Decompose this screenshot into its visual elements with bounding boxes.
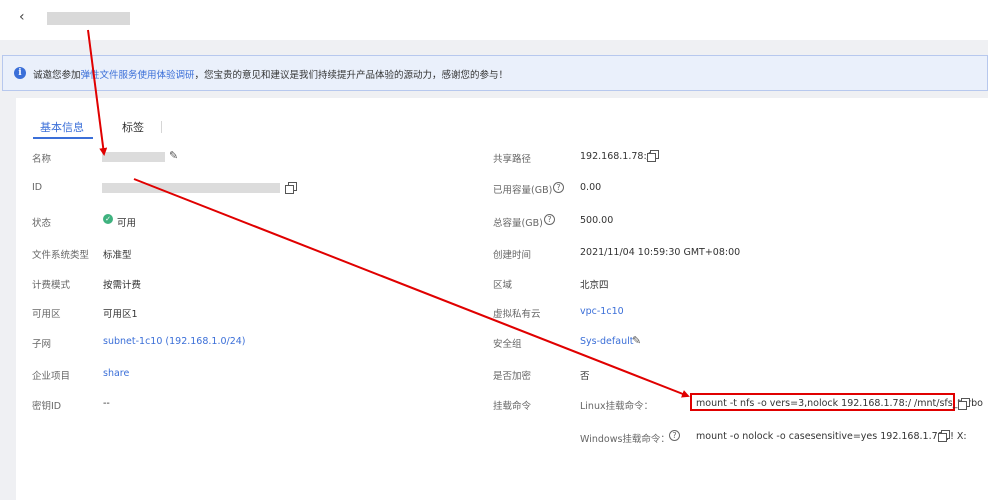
- total-capacity-label: 总容量(GB): [493, 218, 543, 229]
- status-label: 状态: [32, 218, 52, 229]
- linux-mount-label: Linux挂载命令：: [580, 401, 654, 412]
- region-value: 北京四: [580, 280, 609, 291]
- survey-link[interactable]: 弹性文件服务使用体验调研: [81, 70, 195, 81]
- copy-share-path-icon[interactable]: [647, 150, 659, 162]
- vpc-label: 虚拟私有云: [493, 309, 541, 320]
- active-tab-indicator: [33, 137, 93, 139]
- name-label: 名称: [32, 154, 52, 165]
- status-value: 可用: [117, 218, 137, 229]
- edit-security-group-icon[interactable]: ✎: [632, 334, 641, 347]
- tab-tags[interactable]: 标签: [122, 119, 144, 135]
- name-value-redacted: [102, 152, 165, 162]
- file-system-title-redacted: [47, 12, 130, 25]
- total-capacity-value: 500.00: [580, 215, 614, 226]
- tab-divider: [161, 121, 162, 133]
- windows-mount-command: mount -o nolock -o casesensitive=yes 192…: [696, 431, 967, 442]
- survey-notice-banner: i 诚邀您参加弹性文件服务使用体验调研，您宝贵的意见和建议是我们持续提升产品体验…: [2, 55, 988, 91]
- chevron-left-icon[interactable]: ‹: [19, 9, 25, 25]
- key-id-label: 密钥ID: [32, 401, 62, 412]
- type-label: 文件系统类型: [32, 250, 90, 261]
- info-icon: i: [14, 67, 26, 79]
- linux-mount-command: mount -t nfs -o vers=3,nolock 192.168.1.…: [696, 398, 983, 409]
- vpc-link[interactable]: vpc-1c10: [580, 306, 624, 317]
- encrypted-value: 否: [580, 371, 590, 382]
- billing-value: 按需计费: [103, 280, 142, 291]
- tab-basic-info[interactable]: 基本信息: [40, 119, 84, 135]
- status-ok-icon: ✓: [103, 214, 113, 224]
- security-group-link[interactable]: Sys-default: [580, 336, 633, 347]
- created-time-value: 2021/11/04 10:59:30 GMT+08:00: [580, 247, 741, 258]
- project-label: 企业项目: [32, 371, 71, 382]
- type-value: 标准型: [103, 250, 132, 261]
- subnet-label: 子网: [32, 339, 52, 350]
- billing-label: 计费模式: [32, 280, 71, 291]
- top-bar: ‹: [0, 0, 988, 40]
- mount-command-label: 挂载命令: [493, 401, 532, 412]
- copy-linux-command-icon[interactable]: [958, 398, 970, 410]
- copy-windows-command-icon[interactable]: [938, 430, 950, 442]
- key-id-value: --: [103, 398, 110, 409]
- help-icon[interactable]: ?: [544, 214, 555, 225]
- az-label: 可用区: [32, 309, 61, 320]
- encrypted-label: 是否加密: [493, 371, 532, 382]
- windows-mount-label: Windows挂载命令：: [580, 434, 670, 445]
- created-time-label: 创建时间: [493, 250, 532, 261]
- copy-id-icon[interactable]: [285, 182, 297, 194]
- used-capacity-label: 已用容量(GB): [493, 185, 553, 196]
- help-icon[interactable]: ?: [669, 430, 680, 441]
- help-icon[interactable]: ?: [553, 182, 564, 193]
- security-group-label: 安全组: [493, 339, 522, 350]
- subnet-link[interactable]: subnet-1c10 (192.168.1.0/24): [103, 336, 246, 347]
- edit-name-icon[interactable]: ✎: [169, 149, 178, 162]
- id-value-redacted: [102, 183, 280, 193]
- region-label: 区域: [493, 280, 513, 291]
- az-value: 可用区1: [103, 309, 138, 320]
- share-path-label: 共享路径: [493, 154, 532, 165]
- notice-text: 诚邀您参加弹性文件服务使用体验调研，您宝贵的意见和建议是我们持续提升产品体验的源…: [33, 70, 509, 81]
- project-link[interactable]: share: [103, 368, 129, 379]
- id-label: ID: [32, 182, 43, 193]
- used-capacity-value: 0.00: [580, 182, 602, 193]
- share-path-value: 192.168.1.78:/: [580, 151, 650, 162]
